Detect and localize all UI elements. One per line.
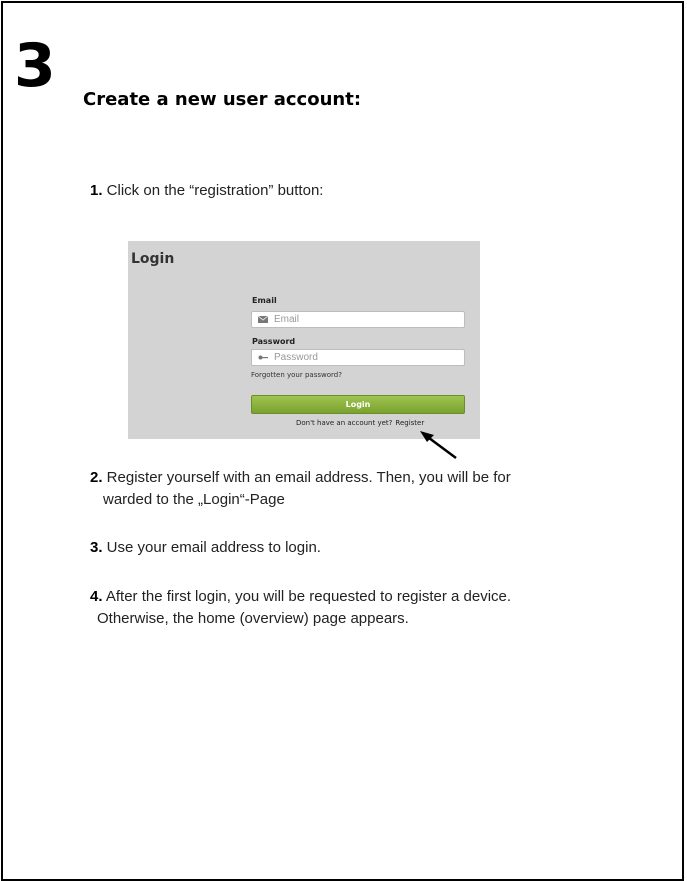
login-screenshot: Login Email Password Forgotten your pass… bbox=[128, 241, 480, 439]
step-4-text-cont: Otherwise, the home (overview) page appe… bbox=[97, 610, 409, 627]
step-4-number: 4. bbox=[90, 588, 103, 605]
no-account-text: Don't have an account yet? bbox=[296, 419, 393, 427]
instruction-step-3: 3. Use your email address to login. bbox=[90, 537, 321, 559]
email-field[interactable] bbox=[251, 311, 465, 328]
step-2-text-cont: warded to the „Login“-Page bbox=[103, 491, 285, 508]
email-input[interactable] bbox=[274, 312, 459, 327]
step-2-number: 2. bbox=[90, 469, 103, 486]
arrow-icon bbox=[420, 431, 457, 460]
login-title: Login bbox=[131, 251, 175, 267]
instruction-step-4: 4. After the first login, you will be re… bbox=[90, 586, 670, 630]
step-3-text: Use your email address to login. bbox=[102, 539, 321, 556]
register-link[interactable]: Register bbox=[395, 419, 424, 427]
email-label: Email bbox=[252, 296, 277, 305]
instruction-step-2: 2. Register yourself with an email addre… bbox=[90, 467, 650, 511]
envelope-icon bbox=[258, 315, 268, 323]
slide-frame bbox=[1, 1, 684, 881]
step-2-text: Register yourself with an email address.… bbox=[102, 469, 511, 486]
password-input[interactable] bbox=[274, 350, 459, 365]
key-icon bbox=[258, 355, 268, 360]
password-field[interactable] bbox=[251, 349, 465, 366]
step-1-text: Click on the “registration” button: bbox=[102, 182, 324, 199]
login-button[interactable]: Login bbox=[251, 395, 465, 414]
step-3-number: 3. bbox=[90, 539, 103, 556]
instruction-step-1: 1. Click on the “registration” button: bbox=[90, 180, 323, 202]
page-title: Create a new user account: bbox=[83, 89, 362, 110]
forgot-password-link[interactable]: Forgotten your password? bbox=[251, 371, 342, 379]
step-number: 3 bbox=[14, 31, 56, 101]
password-label: Password bbox=[252, 337, 296, 346]
register-row: Don't have an account yet? Register bbox=[296, 419, 424, 427]
step-4-text: After the first login, you will be reque… bbox=[102, 588, 512, 605]
step-1-number: 1. bbox=[90, 182, 103, 199]
